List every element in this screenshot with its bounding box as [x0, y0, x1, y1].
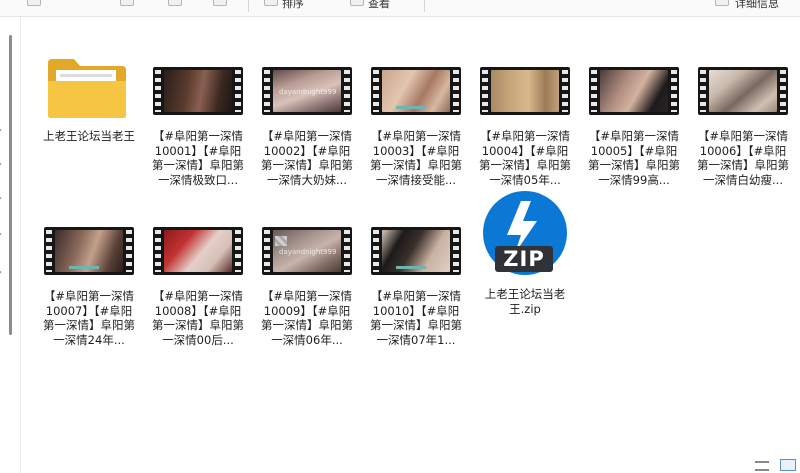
video-item[interactable]: 【#阜阳第一深情10010】【#阜阳第一深情】阜阳第一深情07年1... — [366, 195, 466, 347]
video-item[interactable]: 【#阜阳第一深情10004】【#阜阳第一深情】阜阳第一深情05年... — [475, 35, 575, 187]
video-thumbnail — [371, 67, 461, 115]
item-label: 【#阜阳第一深情10009】【#阜阳第一深情】阜阳第一深情06年... — [261, 289, 353, 347]
video-item[interactable]: 【#阜阳第一深情10008】【#阜阳第一深情】阜阳第一深情00后... — [148, 195, 248, 347]
video-thumbnail: dayandnight999 — [262, 67, 352, 115]
chevron-right-icon[interactable]: › — [0, 193, 2, 204]
file-view: 上老王论坛当老王 【#阜阳第一深情10001】【#阜阳第一深情】阜阳第一深情极致… — [21, 17, 800, 473]
copy-icon[interactable] — [120, 0, 134, 6]
item-label: 【#阜阳第一深情10002】【#阜阳第一深情】阜阳第一深情大奶妹... — [261, 129, 353, 187]
chevron-right-icon[interactable]: › — [0, 267, 2, 278]
item-label: 上老王论坛当老王.zip — [484, 287, 566, 316]
video-thumbnail — [44, 227, 134, 275]
video-item[interactable]: 【#阜阳第一深情10003】【#阜阳第一深情】阜阳第一深情接受能... — [366, 35, 466, 187]
folder-item[interactable]: 上老王论坛当老王 — [39, 35, 139, 144]
chevron-right-icon[interactable]: › — [0, 125, 2, 136]
video-thumbnail — [589, 67, 679, 115]
watermark-text: dayandnight999 — [279, 248, 337, 256]
video-thumbnail — [698, 67, 788, 115]
video-thumbnail — [153, 227, 243, 275]
video-item[interactable]: 【#阜阳第一深情10001】【#阜阳第一深情】阜阳第一深情极致口... — [148, 35, 248, 187]
navigation-pane: › › › › › — [0, 17, 21, 473]
sort-icon[interactable] — [264, 0, 278, 6]
zip-item[interactable]: ZIP 上老王论坛当老王.zip — [475, 189, 575, 316]
cut-icon[interactable] — [27, 0, 41, 6]
large-icons-view-icon[interactable] — [780, 459, 796, 471]
video-item[interactable]: dayandnight999 【#阜阳第一深情10002】【#阜阳第一深情】阜阳… — [257, 35, 357, 187]
details-button[interactable]: 详细信息 — [735, 0, 779, 11]
watermark-text: dayandnight999 — [279, 88, 337, 96]
zip-badge: ZIP — [495, 246, 553, 272]
toolbar-separator — [424, 0, 425, 12]
view-button[interactable]: 查看 — [368, 0, 390, 11]
item-label: 【#阜阳第一深情10007】【#阜阳第一深情】阜阳第一深情24年... — [43, 289, 135, 347]
video-item[interactable]: 【#阜阳第一深情10006】【#阜阳第一深情】阜阳第一深情白幼瘦... — [693, 35, 793, 187]
video-item[interactable]: 【#阜阳第一深情10007】【#阜阳第一深情】阜阳第一深情24年... — [39, 195, 139, 347]
item-label: 【#阜阳第一深情10006】【#阜阳第一深情】阜阳第一深情白幼瘦... — [697, 129, 789, 187]
view-switcher — [749, 452, 796, 471]
rename-icon[interactable] — [213, 0, 227, 6]
item-label: 【#阜阳第一深情10005】【#阜阳第一深情】阜阳第一深情99高... — [588, 129, 680, 187]
details-view-icon[interactable] — [754, 461, 769, 471]
video-thumbnail: dayandnight999 — [262, 227, 352, 275]
toolbar-separator — [248, 0, 249, 12]
item-label: 【#阜阳第一深情10004】【#阜阳第一深情】阜阳第一深情05年... — [479, 129, 571, 187]
video-thumbnail — [480, 67, 570, 115]
folder-icon — [46, 57, 128, 119]
command-bar: 排序 查看 详细信息 — [0, 0, 800, 17]
chevron-right-icon[interactable]: › — [0, 229, 2, 240]
video-item[interactable]: 【#阜阳第一深情10005】【#阜阳第一深情】阜阳第一深情99高... — [584, 35, 684, 187]
item-label: 上老王论坛当老王 — [43, 129, 135, 143]
item-label: 【#阜阳第一深情10003】【#阜阳第一深情】阜阳第一深情接受能... — [370, 129, 462, 187]
view-icon[interactable] — [350, 0, 364, 6]
chevron-right-icon[interactable]: › — [0, 159, 2, 170]
video-item[interactable]: dayandnight999 【#阜阳第一深情10009】【#阜阳第一深情】阜阳… — [257, 195, 357, 347]
video-thumbnail — [153, 67, 243, 115]
nav-scrollbar[interactable] — [9, 35, 12, 335]
details-pane-icon[interactable] — [715, 0, 729, 6]
item-label: 【#阜阳第一深情10010】【#阜阳第一深情】阜阳第一深情07年1... — [370, 289, 462, 347]
sort-button[interactable]: 排序 — [282, 0, 304, 11]
paste-icon[interactable] — [168, 0, 182, 6]
video-thumbnail — [371, 227, 461, 275]
item-label: 【#阜阳第一深情10008】【#阜阳第一深情】阜阳第一深情00后... — [152, 289, 244, 347]
item-label: 【#阜阳第一深情10001】【#阜阳第一深情】阜阳第一深情极致口... — [152, 129, 244, 187]
